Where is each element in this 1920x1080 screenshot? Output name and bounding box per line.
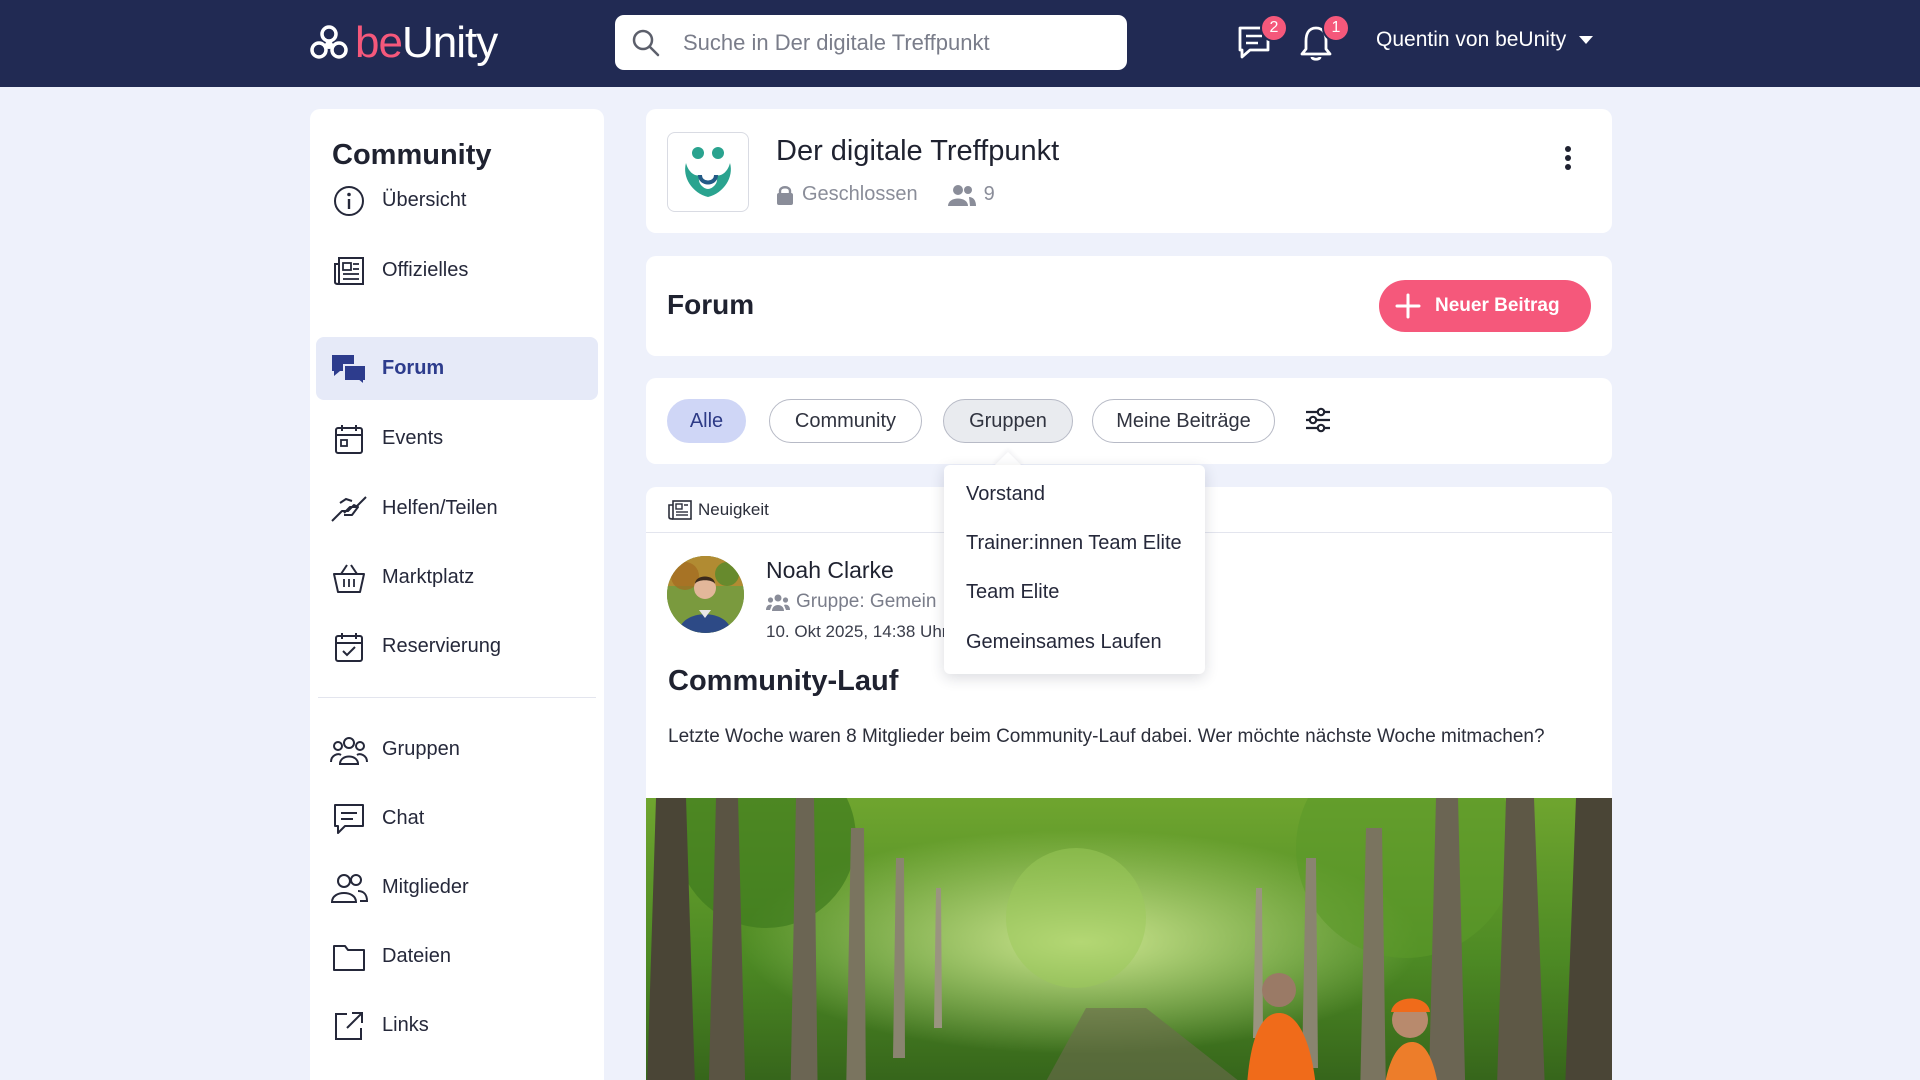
post-tag-label: Neuigkeit	[698, 500, 769, 519]
kebab-menu-icon	[1565, 146, 1571, 170]
post-timestamp: 10. Okt 2025, 14:38 Uhr	[766, 622, 946, 641]
search-bar[interactable]	[615, 15, 1127, 70]
new-post-button[interactable]: Neuer Beitrag	[1379, 280, 1591, 332]
chat-icon	[330, 800, 368, 838]
sidebar-item-gruppen[interactable]: Gruppen	[316, 718, 598, 781]
group-icon	[766, 594, 790, 611]
post-image-forest-run[interactable]	[646, 738, 1612, 1080]
members-icon	[330, 869, 368, 907]
group-name: Der digitale Treffpunkt	[776, 135, 1060, 167]
post-category-tag: Neuigkeit	[668, 500, 769, 520]
post-author-name[interactable]: Noah Clarke	[766, 557, 894, 584]
dropdown-item-team-elite[interactable]: Team Elite	[966, 581, 1059, 604]
sidebar-divider	[318, 697, 596, 698]
filter-chip-gruppen[interactable]: Gruppen	[943, 399, 1073, 443]
beunity-logo[interactable]: beUnity	[309, 18, 498, 68]
sidebar-item-forum[interactable]: Forum	[316, 337, 598, 400]
sidebar-item-label: Marktplatz	[382, 566, 475, 588]
group-header-card: Der digitale Treffpunkt Geschlossen 9	[646, 109, 1612, 233]
chat-badge: 2	[1260, 14, 1288, 42]
members-icon	[947, 184, 976, 206]
sidebar-item-label: Reservierung	[382, 635, 501, 657]
page-title: Forum	[667, 289, 755, 320]
sidebar-item-label: Helfen/Teilen	[382, 497, 498, 519]
sidebar-item-label: Dateien	[382, 945, 451, 967]
sidebar-item-label: Offizielles	[382, 259, 469, 281]
user-name: Quentin von beUnity	[1376, 28, 1567, 51]
newspaper-icon	[330, 252, 368, 290]
groups-dropdown-menu: Vorstand Trainer:innen Team Elite Team E…	[944, 465, 1205, 674]
sidebar-item-marktplatz[interactable]: Marktplatz	[316, 546, 598, 609]
info-icon	[330, 182, 368, 220]
group-options-button[interactable]	[1564, 145, 1572, 176]
post-group-label: Gruppe: Gemein	[796, 591, 937, 612]
user-menu[interactable]: Quentin von beUnity	[1376, 28, 1594, 52]
new-post-label: Neuer Beitrag	[1435, 295, 1560, 316]
sidebar-item-label: Events	[382, 427, 444, 449]
sidebar-item-label: Mitglieder	[382, 876, 469, 898]
plus-icon	[1395, 293, 1421, 319]
community-sidebar: Community Übersicht Offizielles Forum Ev…	[310, 109, 604, 1080]
search-input[interactable]	[683, 29, 1103, 56]
sidebar-item-mitglieder[interactable]: Mitglieder	[316, 856, 598, 919]
dropdown-item-vorstand[interactable]: Vorstand	[966, 483, 1045, 506]
post-body: Letzte Woche waren 8 Mitglieder beim Com…	[668, 726, 1545, 747]
sidebar-item-uebersicht[interactable]: Übersicht	[316, 169, 598, 232]
filter-chip-community[interactable]: Community	[769, 399, 922, 443]
top-navigation-bar: beUnity 2 1 Quentin von beUnity	[0, 0, 1920, 87]
beunity-logo-icon	[310, 25, 348, 59]
notification-badge: 1	[1322, 14, 1350, 42]
filter-chip-alle[interactable]: Alle	[667, 399, 746, 443]
logo-text-be: be	[355, 18, 403, 67]
filter-chip-meine-beitraege[interactable]: Meine Beiträge	[1092, 399, 1275, 443]
sidebar-item-label: Links	[382, 1014, 429, 1036]
chat-messages-button[interactable]: 2	[1236, 14, 1288, 64]
calendar-check-icon	[330, 628, 368, 666]
search-icon	[632, 29, 660, 56]
group-logo-icon	[685, 147, 731, 197]
basket-icon	[330, 559, 368, 597]
author-avatar[interactable]	[667, 556, 744, 633]
group-member-count: 9	[983, 183, 995, 205]
sidebar-item-reservierung[interactable]: Reservierung	[316, 615, 598, 678]
sidebar-item-helfen-teilen[interactable]: Helfen/Teilen	[316, 477, 598, 540]
notifications-button[interactable]: 1	[1298, 14, 1350, 64]
sidebar-item-offizielles[interactable]: Offizielles	[316, 239, 598, 302]
dropdown-item-trainer-team-elite[interactable]: Trainer:innen Team Elite	[966, 532, 1182, 555]
folder-icon	[330, 938, 368, 976]
sidebar-item-links[interactable]: Links	[316, 994, 598, 1057]
sidebar-item-events[interactable]: Events	[316, 407, 598, 470]
sidebar-item-label: Chat	[382, 807, 425, 829]
external-link-icon	[330, 1007, 368, 1045]
sliders-icon	[1306, 407, 1330, 433]
post-title[interactable]: Community-Lauf	[668, 665, 898, 698]
sidebar-item-dateien[interactable]: Dateien	[316, 925, 598, 988]
lock-icon	[777, 185, 793, 205]
sidebar-item-chat[interactable]: Chat	[316, 787, 598, 850]
sidebar-item-label: Gruppen	[382, 738, 460, 760]
post-photo	[646, 738, 1612, 1080]
helping-hands-icon	[330, 490, 368, 528]
group-privacy: Geschlossen	[802, 183, 918, 205]
groups-icon	[330, 731, 368, 769]
newspaper-icon	[668, 500, 692, 520]
group-logo[interactable]	[667, 132, 749, 212]
caret-down-icon	[1579, 36, 1594, 44]
sidebar-item-label: Forum	[382, 357, 445, 379]
sidebar-item-label: Übersicht	[382, 189, 467, 211]
post-group[interactable]: Gruppe: Gemein	[766, 591, 946, 613]
calendar-icon	[330, 420, 368, 458]
dropdown-item-gemeinsames-laufen[interactable]: Gemeinsames Laufen	[966, 631, 1162, 654]
group-meta: Geschlossen 9	[776, 183, 995, 206]
filter-settings-button[interactable]	[1304, 406, 1332, 439]
author-avatar-image	[667, 556, 744, 633]
sidebar-title: Community	[332, 139, 492, 171]
logo-text-unity: Unity	[401, 18, 498, 67]
forum-icon	[330, 350, 368, 388]
filter-bar: Alle Community Gruppen Meine Beiträge	[646, 378, 1612, 464]
forum-header-card: Forum Neuer Beitrag	[646, 256, 1612, 356]
